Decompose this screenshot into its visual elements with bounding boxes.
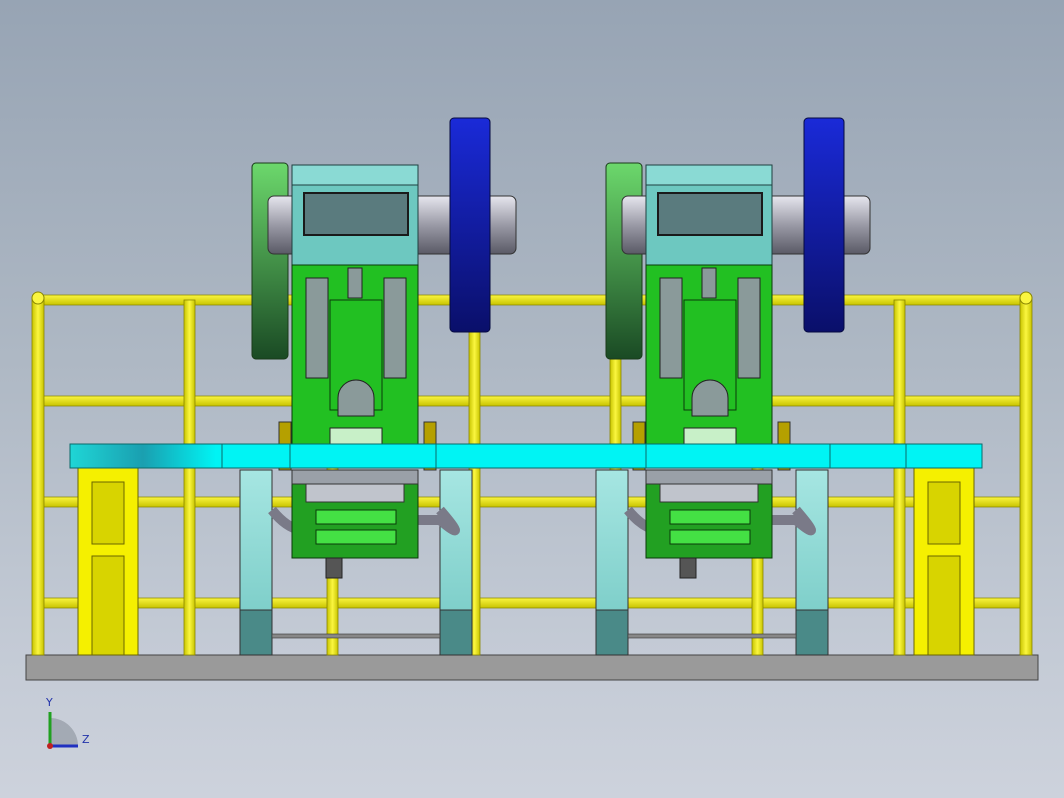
axis-z-label: Z (82, 733, 90, 746)
axis-triad: Y Z (38, 696, 98, 758)
press-right[interactable] (605, 117, 871, 579)
flywheel-right-green[interactable] (605, 162, 643, 360)
work-table[interactable] (69, 443, 983, 469)
assembly-scene[interactable] (0, 0, 1064, 798)
axis-y-label: Y (46, 696, 53, 709)
flywheel-left-green[interactable] (251, 162, 289, 360)
base-plate[interactable] (25, 654, 1039, 681)
stand-left[interactable] (77, 465, 139, 656)
cad-viewport[interactable]: Y Z (0, 0, 1064, 798)
railing[interactable] (31, 291, 1033, 656)
flywheel-right-blue[interactable] (803, 117, 845, 333)
stand-right[interactable] (913, 465, 975, 656)
flywheel-left-blue[interactable] (449, 117, 491, 333)
